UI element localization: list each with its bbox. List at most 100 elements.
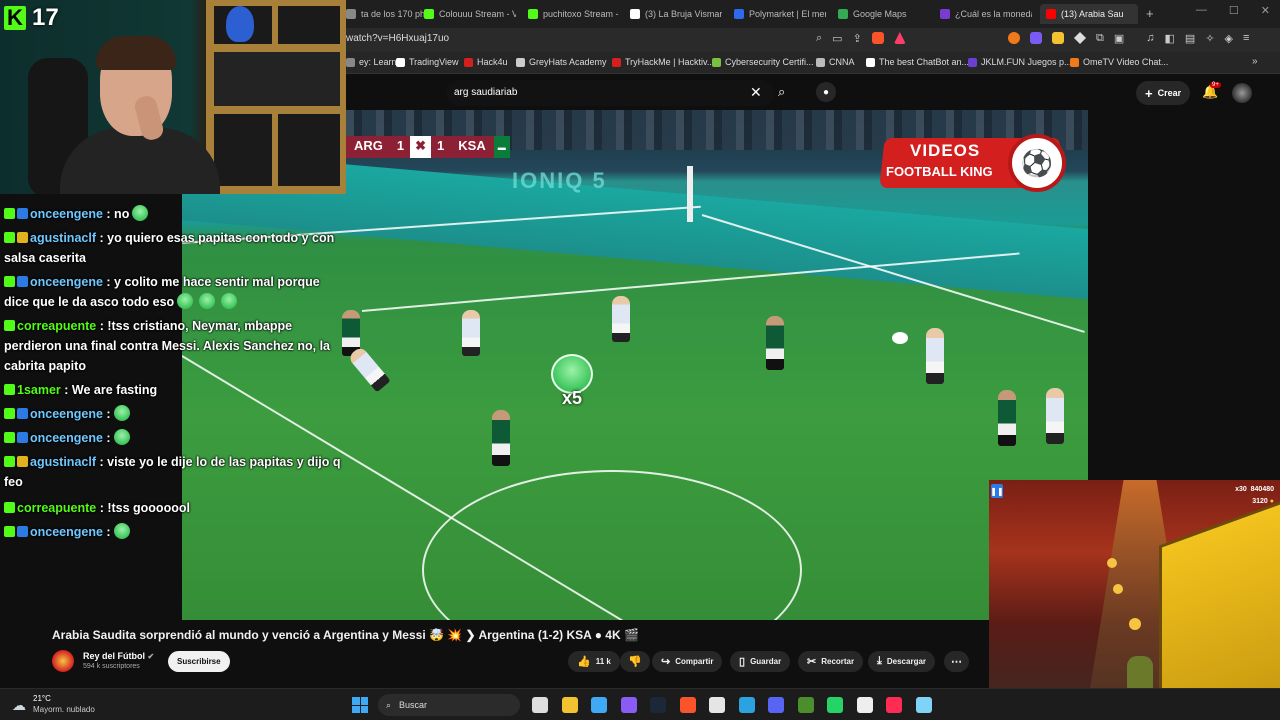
bookmark-item[interactable]: Hack4u	[464, 57, 508, 67]
browser-tab[interactable]: (3) La Bruja Vismara	[630, 4, 722, 24]
microphone-icon[interactable]: ●	[816, 82, 836, 102]
extension-icon[interactable]	[1074, 32, 1086, 44]
chat-username[interactable]: onceengene	[30, 431, 103, 445]
like-button[interactable]: 👍 11 k	[568, 651, 620, 672]
zoom-icon[interactable]: ⌕	[816, 32, 822, 45]
browser-tab[interactable]: (13) Arabia Sau ✕	[1040, 4, 1138, 24]
cast-icon[interactable]: ▭	[832, 32, 842, 45]
scorebug: ARG 1 ✖ 1 KSA ▬	[346, 136, 510, 158]
whatsapp-icon[interactable]	[827, 697, 843, 713]
dislike-button[interactable]: 👎	[620, 651, 650, 672]
menu-icon[interactable]: ≡	[1243, 32, 1249, 45]
subscribe-button[interactable]: Suscribirse	[168, 651, 230, 672]
save-label: Guardar	[750, 657, 782, 666]
explorer-icon[interactable]	[561, 697, 578, 713]
chat-username[interactable]: correapuente	[17, 319, 96, 333]
extension-icon[interactable]	[1052, 32, 1064, 44]
clear-search-icon[interactable]: ✕	[750, 84, 762, 101]
watermark-line2: FOOTBALL KING	[886, 164, 993, 179]
tab-search-icon[interactable]: ▣	[1114, 32, 1124, 45]
bookmark-item[interactable]: TryHackMe | Hacktiv...	[612, 57, 714, 67]
clip-button[interactable]: ✂ Recortar	[798, 651, 864, 672]
bookmark-item[interactable]: The best ChatBot an...	[866, 57, 969, 67]
chat-username[interactable]: onceengene	[30, 275, 103, 289]
close-tab-icon[interactable]: ✕	[1137, 8, 1138, 21]
minecraft-icon[interactable]	[797, 697, 814, 713]
tab-favicon-icon	[1046, 9, 1056, 19]
minimize-icon[interactable]: —	[1196, 4, 1207, 17]
crying-emote-icon	[199, 293, 216, 309]
ai-icon[interactable]: ✧	[1205, 32, 1214, 45]
kick-badge-icon	[4, 384, 15, 395]
wallet-icon[interactable]: ▤	[1185, 32, 1195, 45]
browser-tab[interactable]: puchitoxo Stream -	[528, 4, 620, 24]
search-icon[interactable]: ⌕	[778, 84, 785, 100]
maximize-icon[interactable]: ☐	[1229, 4, 1239, 17]
music-icon[interactable]: ♫	[1146, 32, 1154, 45]
more-bookmarks-icon[interactable]: »	[1252, 56, 1258, 67]
chat-username[interactable]: onceengene	[30, 207, 103, 221]
more-actions-button[interactable]: ⋯	[944, 651, 969, 672]
pause-icon[interactable]: ❚❚	[990, 484, 1004, 498]
plus-icon: +	[1145, 85, 1153, 101]
watermark-line1: VIDEOS	[910, 141, 981, 160]
url-field[interactable]: watch?v=H6Hxuaj17uo	[346, 33, 449, 44]
new-tab-plus-icon[interactable]: +	[1146, 6, 1154, 21]
channel-name[interactable]: Rey del Fútbol ✔	[83, 651, 154, 661]
browser-tab[interactable]: Polymarket | El mer	[734, 4, 826, 24]
extension-icon[interactable]	[1008, 32, 1020, 44]
chat-message: agustinaclf : yo quiero esas papitas con…	[4, 228, 346, 268]
brave-rewards-icon[interactable]	[893, 32, 906, 44]
chat-username[interactable]: agustinaclf	[30, 231, 96, 245]
score-multiplier: x30	[1235, 486, 1247, 493]
telegram-icon[interactable]	[738, 697, 755, 713]
bookmark-item[interactable]: JKLM.FUN Juegos p...	[968, 57, 1072, 67]
puzzle-icon[interactable]: ⧉	[1096, 32, 1104, 45]
visual-studio-icon[interactable]	[591, 697, 607, 713]
notepad-icon[interactable]	[915, 697, 932, 713]
bookmark-item[interactable]: GreyHats Academy	[516, 57, 607, 67]
bookmark-item[interactable]: TradingView	[396, 57, 459, 67]
chat-username[interactable]: agustinaclf	[30, 455, 96, 469]
bookmark-favicon-icon	[1070, 57, 1079, 67]
brave-shields-icon[interactable]	[871, 32, 884, 44]
browser-tab[interactable]: Google Maps	[838, 4, 930, 24]
bookmark-item[interactable]: Cybersecurity Certifi...	[712, 57, 814, 67]
tiktok-icon[interactable]	[886, 697, 902, 713]
brave-icon[interactable]	[679, 697, 696, 713]
search-box[interactable]: arg saudiariab	[446, 80, 774, 106]
close-window-icon[interactable]: ✕	[1261, 4, 1270, 17]
bookmark-item[interactable]: OmeTV Video Chat...	[1070, 57, 1168, 67]
chat-username[interactable]: onceengene	[30, 525, 103, 539]
steam-icon[interactable]	[650, 697, 666, 713]
xbox-icon[interactable]	[856, 697, 873, 713]
account-avatar[interactable]	[1232, 83, 1252, 103]
chat-username[interactable]: 1samer	[17, 383, 61, 397]
vpn-icon[interactable]: ◈	[1225, 32, 1233, 45]
extension-icon[interactable]	[1030, 32, 1042, 44]
task-view-icon[interactable]	[532, 697, 548, 713]
bookmark-item[interactable]: CNNA	[816, 57, 855, 67]
search-input[interactable]: arg saudiariab	[454, 87, 517, 98]
share-button[interactable]: ↪ Compartir	[652, 651, 723, 672]
crying-emote-icon	[113, 405, 130, 421]
windows-start-icon[interactable]	[352, 697, 368, 713]
obsidian-icon[interactable]	[620, 697, 637, 713]
sidebar-icon[interactable]: ◧	[1165, 32, 1175, 45]
chrome-icon[interactable]	[709, 697, 725, 713]
browser-tab[interactable]: Colouuu Stream - V	[424, 4, 516, 24]
taskbar-search[interactable]: ⌕ Buscar	[378, 694, 520, 716]
create-button[interactable]: + Crear	[1136, 81, 1191, 105]
chat-username[interactable]: correapuente	[17, 501, 96, 515]
channel-avatar[interactable]	[52, 650, 74, 672]
bookmark-label: GreyHats Academy	[529, 57, 607, 67]
chat-username[interactable]: onceengene	[30, 407, 103, 421]
share-page-icon[interactable]: ⇪	[853, 32, 862, 45]
browser-tab[interactable]: ¿Cuál es la moneda	[940, 4, 1032, 24]
discord-icon[interactable]	[768, 697, 784, 713]
game-hud: x30 840480 3120 ●	[1235, 484, 1274, 508]
download-button[interactable]: ⤓ Descargar	[868, 651, 936, 672]
tab-favicon-icon	[940, 9, 950, 19]
subway-surfers-overlay: ❚❚ x30 840480 3120 ●	[989, 480, 1280, 720]
save-button[interactable]: ▯ Guardar	[730, 651, 791, 672]
